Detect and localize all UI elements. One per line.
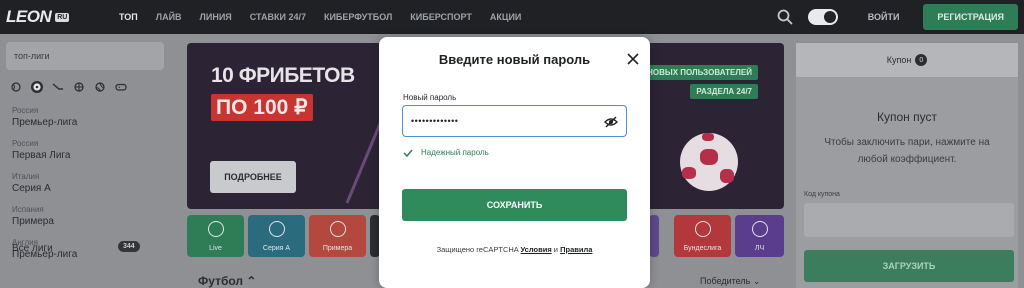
football-icon[interactable] [31,81,43,93]
tile-champions-league[interactable]: ЛЧ [735,215,784,257]
password-field [402,105,627,137]
password-label: Новый пароль [403,93,457,102]
coupon-header[interactable]: Купон 0 [796,43,1018,77]
all-leagues-link[interactable]: Все лиги [12,243,53,254]
coupon-code-label: Код купона [804,191,840,198]
tennis-icon[interactable] [10,81,22,93]
load-coupon-button[interactable]: ЗАГРУЗИТЬ [804,250,1014,282]
champions-league-logo-icon [751,221,768,237]
nav-item-esports[interactable]: КИБЕРСПОРТ [401,0,481,34]
save-button[interactable]: СОХРАНИТЬ [402,189,627,221]
laliga-logo-icon [329,221,346,237]
play-icon [207,221,224,237]
coupon-header-label: Купон [886,55,912,65]
bundesliga-logo-icon [694,221,711,237]
theme-toggle[interactable] [807,9,838,25]
league-name: Премьер-лига [12,117,78,128]
chevron-down-icon: ⌄ [752,276,761,286]
recaptcha-and: и [553,245,558,254]
tile-label: Примера [322,245,353,252]
toggle-knob [823,11,836,23]
league-item[interactable]: Россия Первая Лига [12,139,70,161]
recaptcha-notice: Защищено reCAPTCHA Условия и Правила [379,245,650,254]
coupon-count-badge: 0 [915,54,928,66]
league-search-input[interactable]: топ-лиги [6,42,164,70]
sport-filter [10,81,127,93]
nav-item-promotions[interactable]: АКЦИИ [481,0,531,34]
banner-more-button[interactable]: ПОДРОБНЕЕ [210,161,296,193]
register-button[interactable]: РЕГИСТРАЦИЯ [923,4,1018,30]
coupon-panel: Купон 0 Купон пуст Чтобы заключить пари,… [796,43,1018,288]
top-right-actions: ВОЙТИ РЕГИСТРАЦИЯ [776,0,1024,34]
login-button[interactable]: ВОЙТИ [868,12,900,22]
logo[interactable]: LEON RU [6,7,98,27]
tile-label: Бундеслига [683,245,722,252]
tile-label: Серия А [262,245,291,252]
main-nav: ТОП ЛАЙВ ЛИНИЯ СТАВКИ 24/7 КИБЕРФУТБОЛ К… [110,0,530,34]
nav-item-cyberfootball[interactable]: КИБЕРФУТБОЛ [315,0,401,34]
tile-hidden[interactable] [649,215,659,257]
terms-link[interactable]: Условия [520,245,551,254]
tile-label: Live [209,245,222,252]
new-password-dialog: Введите новый пароль Новый пароль Надежн… [379,37,650,288]
tile-serie-a[interactable]: Серия А [248,215,305,257]
nav-item-bets-24-7[interactable]: СТАВКИ 24/7 [241,0,315,34]
league-country: Россия [12,139,39,148]
coupon-empty-title: Купон пуст [877,110,937,124]
recaptcha-text: Защищено reCAPTCHA [436,245,519,254]
tile-live[interactable]: Live [187,215,244,257]
password-strength: Надежный пароль [403,148,489,157]
league-country: Россия [12,106,39,115]
logo-badge: RU [55,12,70,22]
rules-link[interactable]: Правила [560,245,592,254]
league-name: Примера [12,216,54,227]
market-select-value: Победитель [700,276,751,286]
league-item[interactable]: Россия Премьер-лига [12,106,77,128]
banner-subtitle: ПО 100 ₽ [211,94,313,121]
chevron-up-icon: ⌃ [246,274,257,288]
league-item[interactable]: Испания Примера [12,205,54,227]
banner-tag-section: РАЗДЕЛА 24/7 [690,84,758,99]
logo-text: LEON [6,7,52,26]
tile-primera[interactable]: Примера [309,215,366,257]
password-input[interactable] [411,114,601,128]
serie-a-logo-icon [268,221,285,237]
section-title-text: Футбол [198,274,244,288]
dialog-title: Введите новый пароль [438,52,591,67]
coupon-empty-hint: Чтобы заключить пари, нажмите на любой к… [824,137,990,165]
nav-item-live[interactable]: ЛАЙВ [147,0,191,34]
league-name: Серия А [12,183,51,194]
check-icon [403,149,413,157]
strength-text: Надежный пароль [421,148,489,157]
eye-off-icon[interactable] [604,115,618,128]
section-title-football[interactable]: Футбол ⌃ [198,274,256,288]
league-country: Испания [12,205,44,214]
banner-title: 10 ФРИБЕТОВ [211,64,355,87]
close-icon[interactable] [626,52,640,66]
league-item[interactable]: Италия Серия А [12,172,51,194]
market-select[interactable]: Победитель ⌄ [700,276,760,287]
league-country: Италия [12,172,40,181]
volleyball-icon[interactable] [94,81,106,93]
soccer-ball-image [680,133,738,191]
basketball-icon[interactable] [73,81,85,93]
top-bar: LEON RU ТОП ЛАЙВ ЛИНИЯ СТАВКИ 24/7 КИБЕР… [0,0,1024,34]
esports-icon[interactable] [115,81,127,93]
tile-bundesliga[interactable]: Бундеслига [674,215,731,257]
hockey-icon[interactable] [52,81,64,93]
search-icon[interactable] [776,8,794,26]
tile-label: ЛЧ [754,245,765,252]
nav-item-line[interactable]: ЛИНИЯ [191,0,241,34]
nav-item-top[interactable]: ТОП [110,0,147,34]
coupon-code-input[interactable] [804,203,1014,237]
league-name: Первая Лига [12,150,71,161]
banner-tag-new-users: НОВЫХ ПОЛЬЗОВАТЕЛЕЙ [641,65,758,80]
leagues-count-badge: 344 [118,241,140,252]
